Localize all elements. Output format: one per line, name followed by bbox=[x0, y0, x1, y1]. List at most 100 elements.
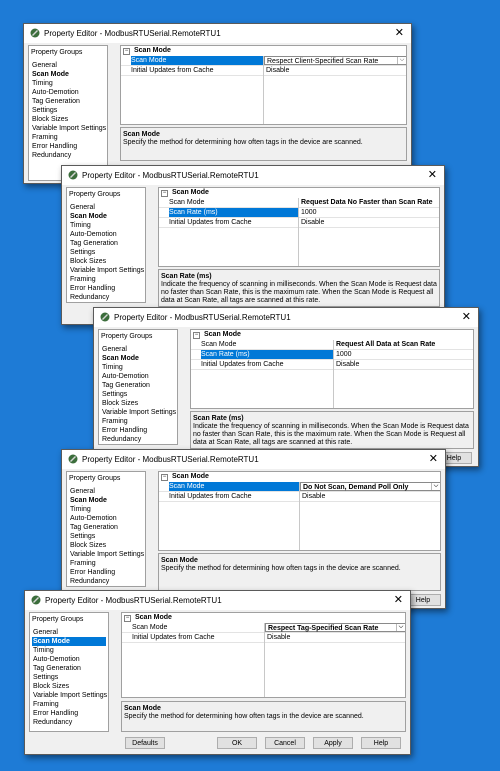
title-bar[interactable]: Property Editor - ModbusRTUSerial.Remote… bbox=[62, 450, 445, 469]
group-redundancy[interactable]: Redundancy bbox=[69, 577, 143, 586]
property-row-scan-rate[interactable]: Scan Rate (ms) 1000 bbox=[191, 350, 473, 360]
group-scan-mode[interactable]: Scan Mode bbox=[32, 637, 106, 646]
group-variable-import[interactable]: Variable Import Settings bbox=[31, 124, 106, 133]
group-block-sizes[interactable]: Block Sizes bbox=[31, 115, 105, 124]
collapse-icon[interactable]: − bbox=[123, 48, 130, 55]
group-error-handling[interactable]: Error Handling bbox=[69, 568, 143, 577]
apply-button[interactable]: Apply bbox=[313, 737, 353, 749]
group-block-sizes[interactable]: Block Sizes bbox=[69, 541, 143, 550]
group-error-handling[interactable]: Error Handling bbox=[32, 709, 106, 718]
property-row-scan-mode[interactable]: Scan Mode Request All Data at Scan Rate bbox=[191, 340, 473, 350]
group-framing[interactable]: Framing bbox=[69, 559, 143, 568]
group-variable-import[interactable]: Variable Import Settings bbox=[69, 550, 144, 559]
group-timing[interactable]: Timing bbox=[69, 505, 143, 514]
cancel-button[interactable]: Cancel bbox=[265, 737, 305, 749]
collapse-icon[interactable]: − bbox=[193, 332, 200, 339]
group-general[interactable]: General bbox=[101, 345, 175, 354]
close-icon[interactable]: ✕ bbox=[428, 168, 437, 182]
column-divider[interactable] bbox=[333, 340, 334, 408]
group-scan-mode[interactable]: Scan Mode bbox=[101, 354, 175, 363]
title-bar[interactable]: Property Editor - ModbusRTUSerial.Remote… bbox=[62, 166, 444, 185]
property-row-scan-mode[interactable]: Scan Mode Request Data No Faster than Sc… bbox=[159, 198, 439, 208]
group-block-sizes[interactable]: Block Sizes bbox=[32, 682, 106, 691]
group-auto-demotion[interactable]: Auto-Demotion bbox=[69, 514, 143, 523]
group-general[interactable]: General bbox=[69, 203, 143, 212]
group-framing[interactable]: Framing bbox=[69, 275, 143, 284]
group-framing[interactable]: Framing bbox=[32, 700, 106, 709]
scan-mode-dropdown[interactable]: Respect Client-Specified Scan Rate ⌵ bbox=[264, 56, 406, 65]
group-framing[interactable]: Framing bbox=[101, 417, 175, 426]
group-block-sizes[interactable]: Block Sizes bbox=[101, 399, 175, 408]
group-tag-generation[interactable]: Tag Generation bbox=[69, 239, 143, 248]
group-timing[interactable]: Timing bbox=[32, 646, 106, 655]
group-auto-demotion[interactable]: Auto-Demotion bbox=[69, 230, 143, 239]
group-variable-import[interactable]: Variable Import Settings bbox=[69, 266, 144, 275]
category-label: Scan Mode bbox=[204, 331, 241, 338]
group-block-sizes[interactable]: Block Sizes bbox=[69, 257, 143, 266]
group-general[interactable]: General bbox=[69, 487, 143, 496]
group-variable-import[interactable]: Variable Import Settings bbox=[101, 408, 176, 417]
group-error-handling[interactable]: Error Handling bbox=[69, 284, 143, 293]
group-timing[interactable]: Timing bbox=[101, 363, 175, 372]
scan-mode-dropdown[interactable]: Respect Tag-Specified Scan Rate ⌵ bbox=[265, 623, 405, 632]
property-row-scan-rate[interactable]: Scan Rate (ms) 1000 bbox=[159, 208, 439, 218]
group-tag-generation[interactable]: Tag Generation bbox=[31, 97, 105, 106]
defaults-button[interactable]: Defaults bbox=[125, 737, 165, 749]
ok-button[interactable]: OK bbox=[217, 737, 257, 749]
group-redundancy[interactable]: Redundancy bbox=[101, 435, 175, 444]
group-redundancy[interactable]: Redundancy bbox=[31, 151, 105, 160]
property-row-initial-updates[interactable]: Initial Updates from Cache Disable bbox=[191, 360, 473, 370]
group-settings[interactable]: Settings bbox=[101, 390, 175, 399]
title-bar[interactable]: Property Editor - ModbusRTUSerial.Remote… bbox=[24, 24, 411, 43]
column-divider[interactable] bbox=[299, 482, 300, 550]
column-divider[interactable] bbox=[264, 623, 265, 697]
prop-value: Disable bbox=[336, 361, 360, 368]
property-row-initial-updates[interactable]: Initial Updates from Cache Disable bbox=[159, 218, 439, 228]
group-general[interactable]: General bbox=[32, 628, 106, 637]
scan-rate-value[interactable]: 1000 bbox=[299, 208, 317, 217]
group-variable-import[interactable]: Variable Import Settings bbox=[32, 691, 107, 700]
close-icon[interactable]: ✕ bbox=[429, 452, 438, 466]
collapse-icon[interactable]: − bbox=[124, 615, 131, 622]
close-icon[interactable]: ✕ bbox=[395, 26, 404, 40]
group-redundancy[interactable]: Redundancy bbox=[69, 293, 143, 302]
scan-mode-value[interactable]: Request All Data at Scan Rate bbox=[334, 340, 435, 349]
close-icon[interactable]: ✕ bbox=[394, 593, 403, 607]
scan-mode-value[interactable]: Request Data No Faster than Scan Rate bbox=[299, 198, 432, 207]
collapse-icon[interactable]: − bbox=[161, 474, 168, 481]
group-tag-generation[interactable]: Tag Generation bbox=[69, 523, 143, 532]
group-tag-generation[interactable]: Tag Generation bbox=[101, 381, 175, 390]
group-error-handling[interactable]: Error Handling bbox=[31, 142, 105, 151]
title-bar[interactable]: Property Editor - ModbusRTUSerial.Remote… bbox=[25, 591, 410, 610]
group-scan-mode[interactable]: Scan Mode bbox=[31, 70, 105, 79]
collapse-icon[interactable]: − bbox=[161, 190, 168, 197]
group-tag-generation[interactable]: Tag Generation bbox=[32, 664, 106, 673]
group-settings[interactable]: Settings bbox=[69, 532, 143, 541]
close-icon[interactable]: ✕ bbox=[462, 310, 471, 324]
column-divider[interactable] bbox=[263, 56, 264, 124]
group-auto-demotion[interactable]: Auto-Demotion bbox=[31, 88, 105, 97]
group-timing[interactable]: Timing bbox=[69, 221, 143, 230]
chevron-down-icon[interactable]: ⌵ bbox=[396, 624, 405, 631]
group-settings[interactable]: Settings bbox=[69, 248, 143, 257]
group-settings[interactable]: Settings bbox=[31, 106, 105, 115]
prop-name: Initial Updates from Cache bbox=[132, 634, 215, 641]
group-auto-demotion[interactable]: Auto-Demotion bbox=[32, 655, 106, 664]
group-error-handling[interactable]: Error Handling bbox=[101, 426, 175, 435]
title-bar[interactable]: Property Editor - ModbusRTUSerial.Remote… bbox=[94, 308, 478, 327]
group-auto-demotion[interactable]: Auto-Demotion bbox=[101, 372, 175, 381]
group-timing[interactable]: Timing bbox=[31, 79, 105, 88]
chevron-down-icon[interactable]: ⌵ bbox=[397, 57, 406, 64]
scan-mode-dropdown[interactable]: Do Not Scan, Demand Poll Only ⌵ bbox=[300, 482, 440, 491]
column-divider[interactable] bbox=[298, 198, 299, 266]
group-scan-mode[interactable]: Scan Mode bbox=[69, 496, 143, 505]
help-button[interactable]: Help bbox=[361, 737, 401, 749]
window-title: Property Editor - ModbusRTUSerial.Remote… bbox=[45, 596, 222, 605]
group-framing[interactable]: Framing bbox=[31, 133, 105, 142]
group-scan-mode[interactable]: Scan Mode bbox=[69, 212, 143, 221]
group-redundancy[interactable]: Redundancy bbox=[32, 718, 106, 727]
chevron-down-icon[interactable]: ⌵ bbox=[431, 483, 440, 490]
group-general[interactable]: General bbox=[31, 61, 105, 70]
scan-rate-value[interactable]: 1000 bbox=[334, 350, 352, 359]
group-settings[interactable]: Settings bbox=[32, 673, 106, 682]
